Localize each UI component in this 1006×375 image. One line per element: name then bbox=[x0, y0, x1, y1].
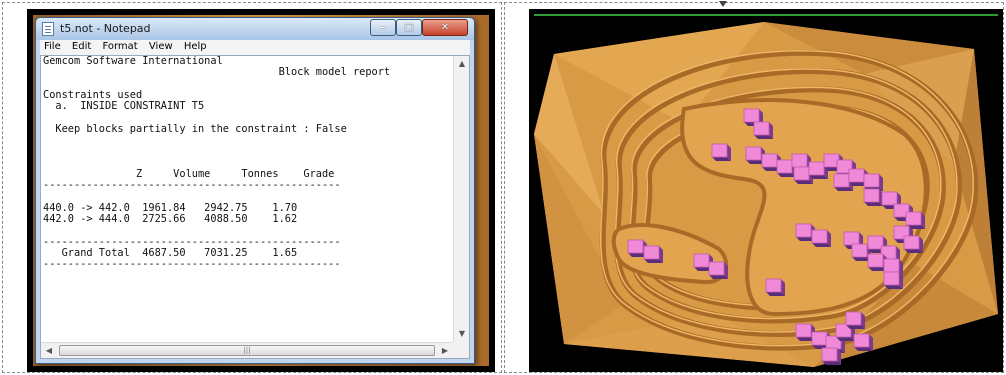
ore-block bbox=[765, 278, 782, 293]
ore-block bbox=[851, 243, 868, 258]
text-edit-area[interactable]: Gemcom Software International Block mode… bbox=[40, 55, 470, 359]
close-icon: ✕ bbox=[440, 22, 450, 33]
ore-block bbox=[883, 258, 900, 273]
menu-view[interactable]: View bbox=[145, 40, 177, 52]
ore-block bbox=[791, 153, 808, 168]
menu-format[interactable]: Format bbox=[98, 40, 141, 52]
horizontal-scrollbar[interactable]: ◀ ||| ▶ bbox=[41, 342, 453, 358]
ore-block bbox=[795, 223, 812, 238]
ore-block bbox=[843, 231, 860, 246]
window-titlebar[interactable]: t5.not - Notepad – □ ✕ bbox=[36, 18, 474, 40]
ore-block bbox=[708, 261, 725, 276]
ore-block bbox=[821, 347, 838, 362]
ore-block bbox=[811, 229, 828, 244]
menu-edit[interactable]: Edit bbox=[68, 40, 95, 52]
vertical-scrollbar[interactable]: ▲ ▼ bbox=[453, 56, 469, 342]
ore-block bbox=[903, 235, 920, 250]
ore-block bbox=[711, 143, 728, 158]
maximize-icon: □ bbox=[404, 22, 414, 33]
horizontal-scroll-thumb[interactable]: ||| bbox=[59, 345, 435, 356]
ore-block bbox=[867, 253, 884, 268]
partial-blocks-line: Keep blocks partially in the constraint … bbox=[43, 122, 347, 135]
ore-block bbox=[905, 211, 922, 226]
ore-block bbox=[845, 311, 862, 326]
ore-block bbox=[848, 168, 865, 183]
pit-view-frame bbox=[529, 9, 1003, 372]
notepad-app-icon[interactable] bbox=[42, 22, 54, 36]
ore-block bbox=[627, 239, 644, 254]
close-button[interactable]: ✕ bbox=[422, 19, 468, 36]
report-text: Gemcom Software International Block mode… bbox=[43, 56, 453, 348]
ore-block bbox=[808, 161, 825, 176]
ore-block bbox=[693, 253, 710, 268]
right-figure-cell bbox=[504, 1, 1004, 373]
scroll-up-icon[interactable]: ▲ bbox=[454, 56, 470, 72]
left-figure-cell: t5.not - Notepad – □ ✕ File Edit Format … bbox=[2, 2, 502, 373]
view-top-accent bbox=[534, 14, 998, 16]
minimize-icon: – bbox=[380, 22, 386, 33]
cursor-mark-icon bbox=[719, 1, 727, 7]
notepad-window: t5.not - Notepad – □ ✕ File Edit Format … bbox=[35, 17, 475, 364]
ore-block bbox=[793, 166, 810, 181]
pit-3d-view bbox=[534, 14, 998, 367]
scroll-right-icon[interactable]: ▶ bbox=[437, 343, 453, 359]
desktop-background: t5.not - Notepad – □ ✕ File Edit Format … bbox=[33, 15, 489, 366]
ore-block bbox=[761, 153, 778, 168]
ore-block bbox=[795, 323, 812, 338]
menu-help[interactable]: Help bbox=[180, 40, 211, 52]
ore-block bbox=[881, 191, 898, 206]
ore-block bbox=[883, 271, 900, 286]
separator-line: ----------------------------------------… bbox=[43, 258, 341, 271]
report-row: 442.0 -> 444.0 2725.66 4088.50 1.62 bbox=[43, 213, 298, 226]
notepad-screenshot-frame: t5.not - Notepad – □ ✕ File Edit Format … bbox=[27, 9, 495, 372]
ore-block bbox=[833, 173, 850, 188]
ore-block bbox=[853, 333, 870, 348]
pit-render bbox=[534, 14, 998, 367]
separator-line: ----------------------------------------… bbox=[43, 179, 341, 192]
ore-block bbox=[776, 159, 793, 174]
scroll-down-icon[interactable]: ▼ bbox=[454, 326, 470, 342]
menu-bar: File Edit Format View Help bbox=[40, 40, 470, 55]
ore-block bbox=[863, 188, 880, 203]
minimize-button[interactable]: – bbox=[370, 19, 396, 36]
ore-block bbox=[811, 331, 828, 346]
report-title-line: Block model report bbox=[43, 66, 391, 79]
ore-block bbox=[753, 121, 770, 136]
scroll-left-icon[interactable]: ◀ bbox=[41, 343, 57, 359]
constraint-item: a. INSIDE CONSTRAINT T5 bbox=[43, 100, 205, 113]
menu-file[interactable]: File bbox=[40, 40, 65, 52]
resize-grip[interactable] bbox=[453, 342, 469, 358]
maximize-button[interactable]: □ bbox=[396, 19, 422, 36]
ore-block bbox=[643, 245, 660, 260]
window-title: t5.not - Notepad bbox=[60, 22, 151, 35]
ore-block bbox=[743, 108, 760, 123]
ore-block bbox=[745, 146, 762, 161]
ore-block bbox=[863, 173, 880, 188]
